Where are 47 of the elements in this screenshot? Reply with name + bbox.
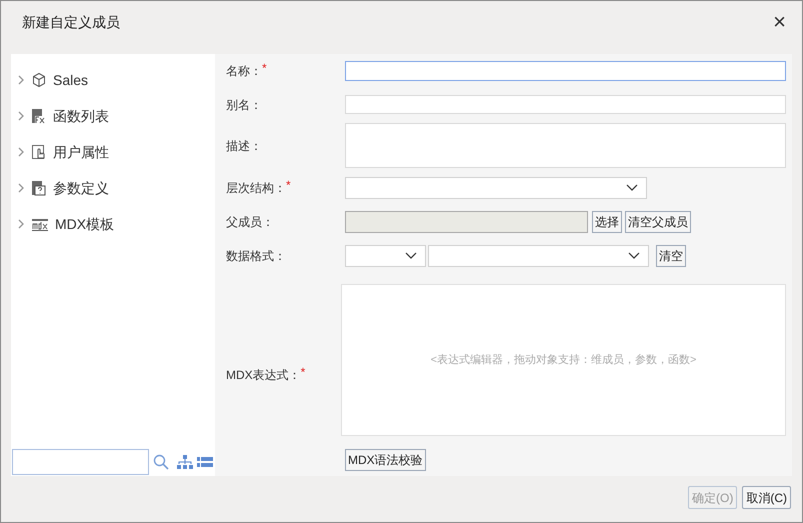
chevron-right-icon[interactable] [17, 219, 25, 229]
clear-button[interactable]: 清空 [656, 245, 686, 267]
alias-label: 别名： [226, 96, 262, 114]
required-mark: * [300, 366, 306, 378]
description-field[interactable] [345, 123, 786, 168]
expression-label: MDX表达式： [226, 367, 301, 384]
hand-icon [31, 144, 47, 160]
search-field[interactable] [12, 449, 149, 475]
hierarchy-select[interactable] [345, 177, 647, 199]
format-type-select[interactable] [345, 245, 426, 267]
chevron-right-icon[interactable] [17, 111, 25, 121]
name-field[interactable] [345, 60, 786, 80]
parent-label: 父成员： [226, 214, 274, 231]
cube-icon [31, 72, 47, 88]
required-mark: * [262, 62, 267, 74]
description-label: 描述： [226, 138, 262, 154]
tree-item[interactable]: Sales [11, 62, 215, 98]
window-title: 新建自定义成员 [22, 12, 120, 32]
chevron-right-icon[interactable] [17, 75, 25, 85]
select-button[interactable]: 选择 [592, 211, 622, 233]
chevron-right-icon[interactable] [17, 147, 25, 157]
clear-parent-button[interactable]: 清空父成员 [625, 211, 691, 233]
hierarchy-icon[interactable] [177, 455, 193, 469]
function-icon [31, 108, 47, 124]
tree-item[interactable]: 参数定义 [11, 170, 215, 206]
required-mark: * [286, 179, 291, 191]
cancel-button[interactable]: 取消(C) [742, 486, 791, 509]
search-icon[interactable] [153, 454, 169, 470]
parameter-icon [31, 180, 47, 196]
chevron-down-icon [628, 252, 640, 260]
chevron-right-icon[interactable] [17, 183, 25, 193]
mdx-icon [31, 216, 49, 232]
expression-placeholder: <表达式编辑器，拖动对象支持：维成员，参数，函数> [430, 352, 696, 368]
chevron-down-icon [405, 252, 417, 260]
parent-field[interactable] [345, 211, 588, 233]
chevron-down-icon [626, 184, 638, 192]
format-select[interactable] [428, 245, 649, 267]
tree-item[interactable]: 函数列表 [11, 98, 215, 134]
name-label: 名称： [226, 62, 262, 80]
close-button[interactable]: × [773, 11, 786, 33]
list-icon[interactable] [197, 456, 213, 468]
hierarchy-label: 层次结构： [226, 180, 286, 197]
alias-field[interactable] [345, 95, 786, 114]
tree-item[interactable]: 用户属性 [11, 134, 215, 170]
tree-item[interactable]: MDX模板 [11, 206, 215, 242]
format-label: 数据格式： [226, 248, 286, 265]
validate-button[interactable]: MDX语法校验 [345, 449, 426, 471]
